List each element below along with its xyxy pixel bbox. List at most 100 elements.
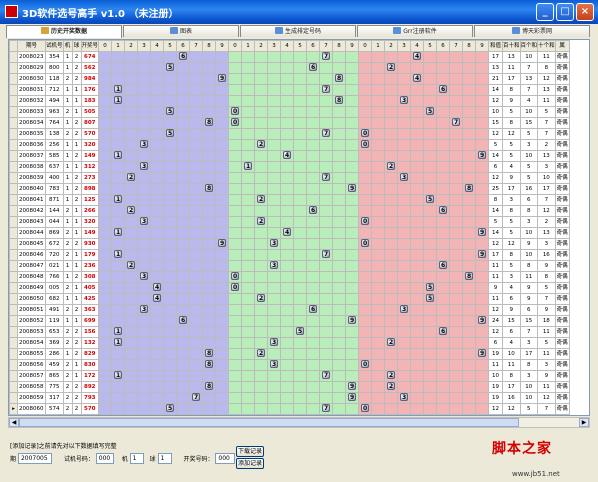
column-header[interactable]: 和值 (488, 40, 504, 52)
row-selector[interactable] (9, 326, 18, 338)
row-selector[interactable]: ▸ (9, 403, 18, 415)
column-header[interactable]: 十个和 (537, 40, 556, 52)
column-header[interactable]: 7 (189, 40, 204, 52)
row-selector[interactable] (9, 271, 18, 283)
table-row[interactable]: 2008037 585 1 2 149 1 4 9 14 5 10 13 奇偶 (9, 150, 570, 162)
row-selector[interactable] (9, 73, 18, 85)
table-row[interactable]: 2008034 764 1 2 807 8 0 7 15 8 15 7 奇偶 (9, 117, 570, 129)
row-selector[interactable] (9, 194, 18, 206)
row-selector[interactable] (9, 183, 18, 195)
table-row[interactable]: 2008059 317 2 2 793 7 9 3 19 16 10 12 奇偶 (9, 392, 570, 404)
test-number-input[interactable]: 000 (95, 453, 114, 464)
column-header[interactable]: 6 (176, 40, 191, 52)
table-row[interactable]: 2008029 800 1 2 562 5 6 2 13 11 7 8 奇偶 (9, 62, 570, 74)
table-row[interactable]: 2008051 491 2 2 363 3 6 3 12 9 6 9 奇偶 (9, 304, 570, 316)
table-row[interactable]: 2008056 459 2 1 830 8 3 0 11 11 8 3 奇偶 (9, 359, 570, 371)
tab-history[interactable]: 历史开奖数据 (6, 25, 122, 38)
column-header[interactable]: 5 (423, 40, 438, 52)
column-header[interactable]: 试机号 (45, 40, 64, 52)
column-header[interactable]: 4 (280, 40, 295, 52)
ball-input[interactable]: 1 (157, 453, 172, 464)
row-selector[interactable] (9, 381, 18, 393)
column-header[interactable]: 百十和 (502, 40, 521, 52)
column-header[interactable]: 2 (384, 40, 399, 52)
row-selector[interactable] (9, 150, 18, 162)
row-selector[interactable] (9, 348, 18, 360)
download-record-button[interactable]: 下载记录 (236, 446, 264, 457)
scroll-thumb[interactable] (19, 418, 519, 427)
column-header[interactable]: 7 (449, 40, 464, 52)
row-selector[interactable] (9, 216, 18, 228)
row-selector[interactable] (9, 205, 18, 217)
table-row[interactable]: 2008049 005 2 1 405 4 0 5 9 4 9 5 奇偶 (9, 282, 570, 294)
row-selector[interactable] (9, 106, 18, 118)
row-selector[interactable] (9, 238, 18, 250)
column-header[interactable]: 2 (254, 40, 269, 52)
row-selector[interactable] (9, 227, 18, 239)
table-row[interactable]: ▸ 2008060 574 2 2 570 5 7 0 12 12 5 7 奇偶 (9, 403, 570, 415)
column-header[interactable]: 球 (71, 40, 82, 52)
column-header[interactable]: 8 (332, 40, 347, 52)
table-row[interactable]: 2008039 400 1 2 273 2 7 3 12 9 5 10 奇偶 (9, 172, 570, 184)
table-row[interactable]: 2008055 286 1 2 829 8 2 9 19 10 17 11 奇偶 (9, 348, 570, 360)
column-header[interactable]: 期号 (17, 40, 46, 52)
column-header[interactable]: 8 (462, 40, 477, 52)
column-header[interactable]: 5 (293, 40, 308, 52)
close-button[interactable]: × (576, 3, 594, 21)
table-row[interactable]: 2008045 672 2 2 930 9 3 0 12 12 9 3 奇偶 (9, 238, 570, 250)
row-selector[interactable] (9, 161, 18, 173)
minimize-button[interactable]: _ (536, 3, 554, 21)
table-row[interactable]: 2008046 720 2 1 179 1 7 9 17 8 10 16 奇偶 (9, 249, 570, 261)
table-row[interactable]: 2008058 775 2 2 892 8 9 2 19 17 10 11 奇偶 (9, 381, 570, 393)
column-header[interactable]: 6 (306, 40, 321, 52)
row-selector[interactable] (9, 172, 18, 184)
row-selector[interactable] (9, 260, 18, 272)
row-selector[interactable] (9, 315, 18, 327)
column-header[interactable]: 5 (163, 40, 178, 52)
column-header[interactable]: 6 (436, 40, 451, 52)
column-header[interactable]: 3 (397, 40, 412, 52)
column-header[interactable]: 9 (475, 40, 490, 52)
column-header[interactable]: 1 (111, 40, 126, 52)
period-input[interactable]: 2007005 (17, 453, 52, 464)
table-row[interactable]: 2008057 865 2 1 172 1 7 2 10 8 3 9 奇偶 (9, 370, 570, 382)
column-header[interactable]: 3 (137, 40, 152, 52)
table-row[interactable]: 2008048 766 1 2 308 3 0 8 11 3 11 8 奇偶 (9, 271, 570, 283)
column-header[interactable]: 9 (215, 40, 230, 52)
scroll-right-icon[interactable]: ▶ (579, 418, 589, 427)
add-record-button[interactable]: 添加记录 (236, 458, 264, 469)
tab-register[interactable]: Grr注册软件 (357, 25, 473, 37)
table-row[interactable]: 2008052 119 1 1 699 6 9 9 24 15 15 18 奇偶 (9, 315, 570, 327)
column-header[interactable]: 7 (319, 40, 334, 52)
column-header[interactable]: 8 (202, 40, 217, 52)
table-row[interactable]: 2008041 871 1 2 125 1 2 5 8 3 6 7 奇偶 (9, 194, 570, 206)
tab-chart[interactable]: 图表 (123, 25, 239, 37)
horizontal-scrollbar[interactable]: ◀ ▶ (8, 417, 590, 428)
table-row[interactable]: 2008042 144 2 1 266 2 6 6 14 8 8 12 奇偶 (9, 205, 570, 217)
column-header[interactable]: 1 (371, 40, 386, 52)
row-selector[interactable] (9, 337, 18, 349)
row-selector[interactable] (9, 249, 18, 261)
row-selector[interactable] (9, 128, 18, 140)
tab-website[interactable]: 博天彩票网 (474, 25, 590, 37)
column-header[interactable]: 开奖号 (80, 40, 100, 52)
table-row[interactable]: 2008032 494 1 1 183 1 8 3 12 9 4 11 奇偶 (9, 95, 570, 107)
tab-generate[interactable]: 生成排定号码 (240, 25, 356, 37)
table-row[interactable]: 2008044 869 2 1 149 1 4 9 14 5 10 13 奇偶 (9, 227, 570, 239)
row-selector[interactable] (9, 51, 18, 63)
row-selector[interactable] (9, 293, 18, 305)
column-header[interactable]: 9 (345, 40, 360, 52)
column-header[interactable]: 2 (124, 40, 139, 52)
row-selector[interactable] (9, 84, 18, 96)
column-header[interactable]: 0 (98, 40, 113, 52)
row-selector[interactable] (9, 304, 18, 316)
table-row[interactable]: 2008035 138 2 2 570 5 7 0 12 12 5 7 奇偶 (9, 128, 570, 140)
row-selector[interactable] (9, 359, 18, 371)
table-row[interactable]: 2008043 044 1 1 320 3 2 0 5 5 3 2 奇偶 (9, 216, 570, 228)
column-header[interactable]: 0 (228, 40, 243, 52)
table-row[interactable]: 2008036 256 1 1 320 3 2 0 5 5 3 2 奇偶 (9, 139, 570, 151)
open-number-input[interactable]: 000 (215, 453, 236, 464)
row-selector[interactable] (9, 117, 18, 129)
table-row[interactable]: 2008038 637 1 1 312 3 1 2 6 4 5 3 奇偶 (9, 161, 570, 173)
table-row[interactable]: 2008053 653 2 2 156 1 5 6 12 6 7 11 奇偶 (9, 326, 570, 338)
